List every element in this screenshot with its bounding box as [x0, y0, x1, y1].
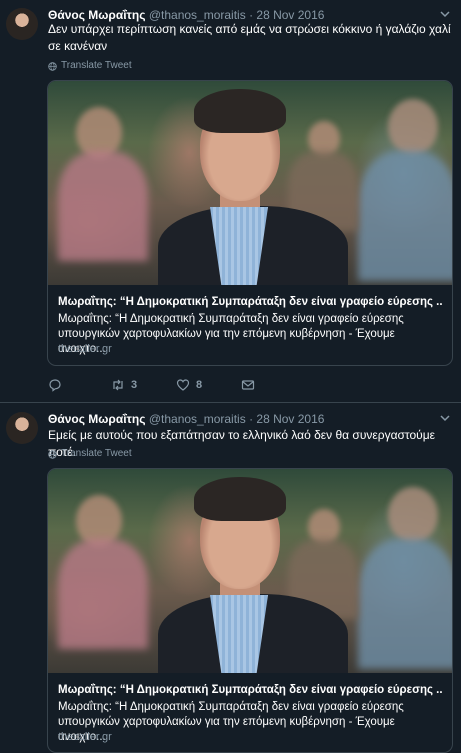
direct-message-button[interactable]	[241, 378, 255, 392]
like-button[interactable]: 8	[176, 378, 202, 392]
card-domain: thecaller.gr	[58, 731, 112, 743]
translate-label: Translate Tweet	[61, 448, 132, 459]
card-domain: thecaller.gr	[58, 343, 112, 355]
reply-button[interactable]	[48, 378, 68, 392]
retweet-button[interactable]: 3	[111, 378, 137, 392]
tweet[interactable]: Θάνος Μωραΐτης @thanos_moraitis · 28 Nov…	[0, 402, 461, 753]
tweet-date[interactable]: 28 Nov 2016	[256, 412, 324, 426]
card-description: Μωραΐτης: “Η Δημοκρατική Συμπαράταξη δεν…	[58, 313, 404, 355]
author-name[interactable]: Θάνος Μωραΐτης	[48, 412, 145, 426]
separator: ·	[249, 8, 254, 22]
tweet-date[interactable]: 28 Nov 2016	[256, 8, 324, 22]
card-title: Μωραΐτης: “Η Δημοκρατική Συμπαράταξη δεν…	[58, 684, 443, 696]
globe-icon	[48, 61, 57, 71]
link-card[interactable]: Μωραΐτης: “Η Δημοκρατική Συμπαράταξη δεν…	[47, 468, 453, 753]
like-count: 8	[196, 379, 203, 391]
card-image	[48, 81, 452, 285]
retweet-icon	[113, 379, 123, 391]
translate-tweet-link[interactable]: Translate Tweet	[48, 60, 132, 72]
avatar[interactable]	[6, 8, 38, 40]
card-title: Μωραΐτης: “Η Δημοκρατική Συμπαράταξη δεν…	[58, 296, 443, 308]
translate-label: Translate Tweet	[61, 60, 132, 71]
tweet-text: Δεν υπάρχει περίπτωση κανείς από εμάς να…	[48, 22, 451, 53]
tweet[interactable]: Θάνος Μωραΐτης @thanos_moraitis · 28 Nov…	[0, 0, 461, 403]
card-image	[48, 469, 452, 673]
separator: ·	[249, 412, 254, 426]
chevron-down-icon[interactable]	[439, 412, 451, 424]
link-card[interactable]: Μωραΐτης: “Η Δημοκρατική Συμπαράταξη δεν…	[47, 80, 453, 366]
chevron-down-icon[interactable]	[439, 8, 451, 20]
author-name[interactable]: Θάνος Μωραΐτης	[48, 8, 145, 22]
avatar[interactable]	[6, 412, 38, 444]
author-handle[interactable]: @thanos_moraitis	[149, 8, 246, 22]
tweet-actions: 3 8	[48, 378, 428, 394]
globe-icon	[48, 449, 57, 459]
envelope-icon	[241, 380, 255, 390]
retweet-count: 3	[131, 379, 138, 391]
tweet-header: Θάνος Μωραΐτης @thanos_moraitis · 28 Nov…	[48, 8, 324, 22]
card-description: Μωραΐτης: “Η Δημοκρατική Συμπαράταξη δεν…	[58, 701, 404, 743]
tweet-header: Θάνος Μωραΐτης @thanos_moraitis · 28 Nov…	[48, 412, 324, 426]
heart-icon	[176, 379, 190, 391]
author-handle[interactable]: @thanos_moraitis	[149, 412, 246, 426]
reply-icon	[49, 379, 61, 392]
translate-tweet-link[interactable]: Translate Tweet	[48, 448, 132, 460]
